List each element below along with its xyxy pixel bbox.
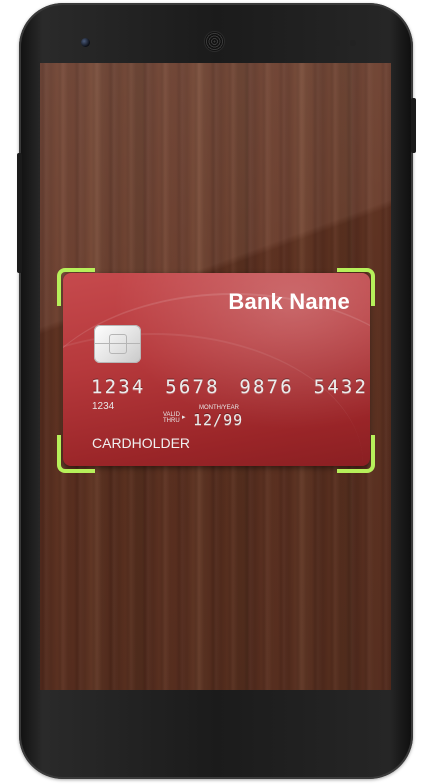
scan-frame-corner-bottom-right [337, 435, 375, 473]
light-sensor [350, 40, 356, 46]
card-number-prefix: 1234 [92, 401, 115, 412]
earpiece-speaker [205, 32, 224, 51]
valid-thru-arrow-icon: ▸ [182, 414, 186, 421]
thru-label: THRU [163, 418, 180, 424]
valid-thru-label: VALID THRU [163, 412, 180, 424]
card-number: 1234 5678 9876 5432 [91, 376, 369, 398]
front-camera [81, 38, 90, 47]
cardholder-name: CARDHOLDER [92, 435, 191, 451]
scan-frame-corner-top-right [337, 268, 375, 306]
card-chip-icon [94, 325, 141, 363]
power-button [411, 98, 416, 153]
volume-button [17, 153, 22, 273]
camera-viewfinder[interactable]: Bank Name 1234 5678 9876 5432 1234 MONTH… [40, 63, 391, 690]
scan-frame-corner-top-left [57, 268, 95, 306]
proximity-sensor [334, 40, 340, 46]
phone-device: Bank Name 1234 5678 9876 5432 1234 MONTH… [17, 3, 416, 779]
credit-card: Bank Name 1234 5678 9876 5432 1234 MONTH… [63, 273, 370, 466]
bank-name: Bank Name [228, 289, 350, 314]
card-expiry: 12/99 [193, 411, 244, 429]
scan-frame-corner-bottom-left [57, 435, 95, 473]
